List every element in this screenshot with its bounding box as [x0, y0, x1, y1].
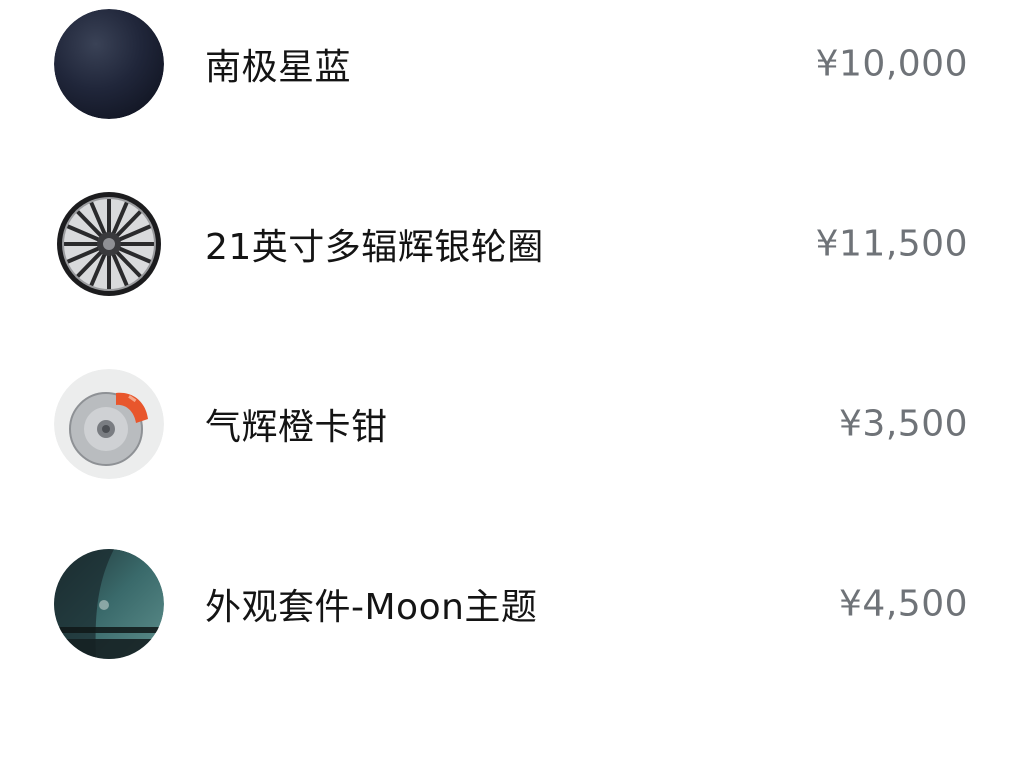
- option-row-wheels[interactable]: 21英寸多辐辉银轮圈 ¥11,500: [0, 189, 1024, 299]
- paint-swatch-icon: [54, 9, 164, 119]
- option-name: 21英寸多辐辉银轮圈: [205, 227, 544, 268]
- option-name: 气辉橙卡钳: [205, 407, 388, 448]
- option-row-paint[interactable]: 南极星蓝 ¥10,000: [0, 9, 1024, 119]
- option-price: ¥11,500: [815, 223, 968, 265]
- option-list: 南极星蓝 ¥10,000 21英寸多辐辉银轮圈 ¥11,500 气辉橙卡钳 ¥3…: [0, 0, 1024, 768]
- option-row-calipers[interactable]: 气辉橙卡钳 ¥3,500: [0, 369, 1024, 479]
- option-name: 外观套件-Moon主题: [205, 587, 538, 628]
- option-row-exterior-kit[interactable]: 外观套件-Moon主题 ¥4,500: [0, 549, 1024, 659]
- option-price: ¥3,500: [839, 403, 968, 445]
- brake-caliper-icon: [54, 369, 164, 479]
- option-price: ¥4,500: [839, 583, 968, 625]
- exterior-kit-icon: [54, 549, 164, 659]
- wheel-rim-icon: [54, 189, 164, 299]
- option-name: 南极星蓝: [205, 47, 352, 88]
- option-price: ¥10,000: [815, 43, 968, 85]
